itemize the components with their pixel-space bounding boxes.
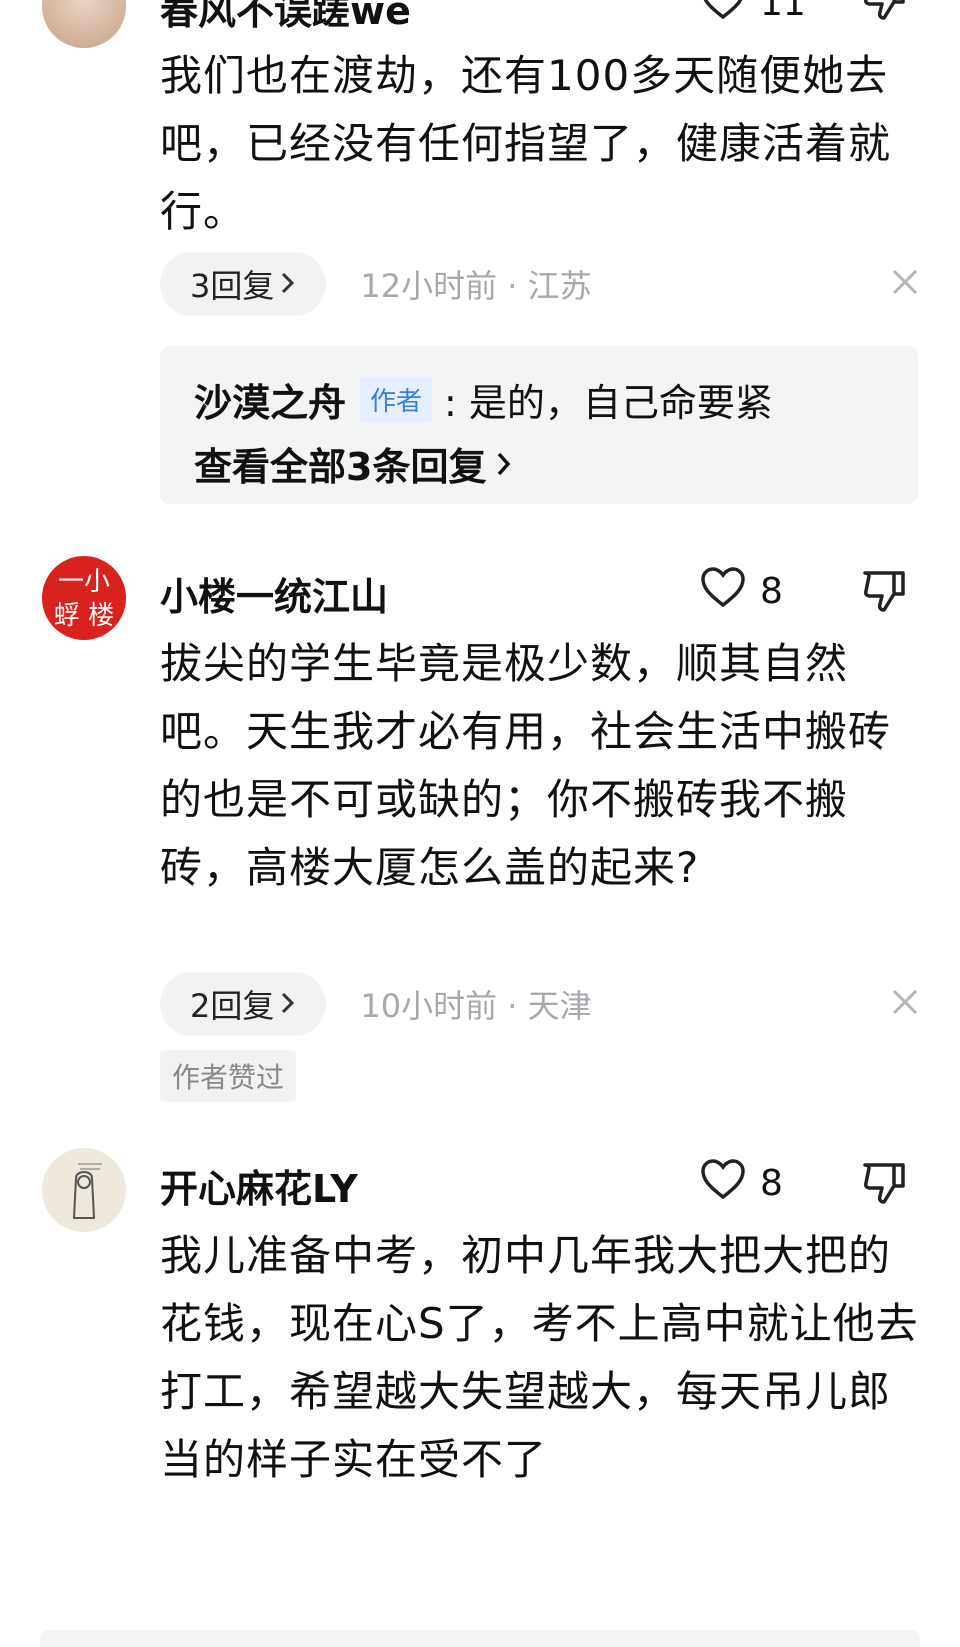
chevron-right-icon xyxy=(496,442,512,486)
reply-author[interactable]: 沙漠之舟 xyxy=(194,372,346,427)
view-all-replies-label: 查看全部3条回复 xyxy=(194,445,487,489)
avatar[interactable]: 一小 蜉 楼 xyxy=(42,556,126,640)
reply-preview-line: 沙漠之舟 作者 : 是的，自己命要紧 xyxy=(194,372,773,427)
reply-count-label: 2回复 xyxy=(190,987,275,1025)
reply-count-button[interactable]: 2回复 xyxy=(160,972,327,1036)
comment-text: 我儿准备中考，初中几年我大把大把的花钱，现在心S了，考不上高中就让他去打工，希望… xyxy=(160,1231,919,1484)
username[interactable]: 开心麻花LY xyxy=(160,1158,358,1213)
reply-count-label: 3回复 xyxy=(190,267,275,305)
comment-meta-row: 3回复 12小时前 · 江苏 xyxy=(160,252,920,316)
heart-outline-icon xyxy=(700,1158,746,1209)
avatar-text: 一小 xyxy=(58,567,110,597)
comment-text: 我们也在渡劫，还有100多天随便她去吧，已经没有任何指望了，健康活着就行。 xyxy=(160,51,892,236)
like-count: 8 xyxy=(760,1163,783,1204)
next-reply-preview-partial xyxy=(40,1630,920,1647)
author-tag: 作者 xyxy=(360,377,433,422)
thumbs-down-icon[interactable] xyxy=(862,1160,908,1210)
heart-outline-icon xyxy=(700,0,746,29)
timestamp-location: 12小时前 · 江苏 xyxy=(360,267,592,305)
like-button[interactable]: 8 xyxy=(700,566,783,617)
close-icon[interactable] xyxy=(890,262,920,306)
view-all-replies[interactable]: 查看全部3条回复 xyxy=(194,436,512,491)
like-count: 11 xyxy=(760,0,806,24)
close-icon[interactable] xyxy=(890,982,920,1026)
comment-text: 拔尖的学生毕竟是极少数，顺其自然吧。天生我才必有用，社会生活中搬砖的也是不可或缺… xyxy=(160,639,892,892)
username[interactable]: 春风不误蹉we xyxy=(160,0,411,35)
chevron-right-icon xyxy=(280,985,296,1023)
reply-preview[interactable]: 沙漠之舟 作者 : 是的，自己命要紧 查看全部3条回复 xyxy=(160,346,918,504)
like-button[interactable]: 11 xyxy=(700,0,806,29)
avatar[interactable] xyxy=(42,1148,126,1232)
thumbs-down-icon[interactable] xyxy=(862,0,908,26)
chevron-right-icon xyxy=(280,265,296,303)
avatar[interactable] xyxy=(42,0,126,48)
timestamp-location: 10小时前 · 天津 xyxy=(360,987,592,1025)
reply-content: : 是的，自己命要紧 xyxy=(444,381,773,425)
thumbs-down-icon[interactable] xyxy=(862,568,908,618)
author-liked-badge: 作者赞过 xyxy=(160,1050,297,1102)
like-button[interactable]: 8 xyxy=(700,1158,783,1209)
username[interactable]: 小楼一统江山 xyxy=(160,566,388,621)
comment-meta-row: 2回复 10小时前 · 天津 xyxy=(160,972,920,1036)
heart-outline-icon xyxy=(700,566,746,617)
like-count: 8 xyxy=(760,571,783,612)
svg-text:蜉 楼: 蜉 楼 xyxy=(54,601,114,631)
reply-count-button[interactable]: 3回复 xyxy=(160,252,327,316)
